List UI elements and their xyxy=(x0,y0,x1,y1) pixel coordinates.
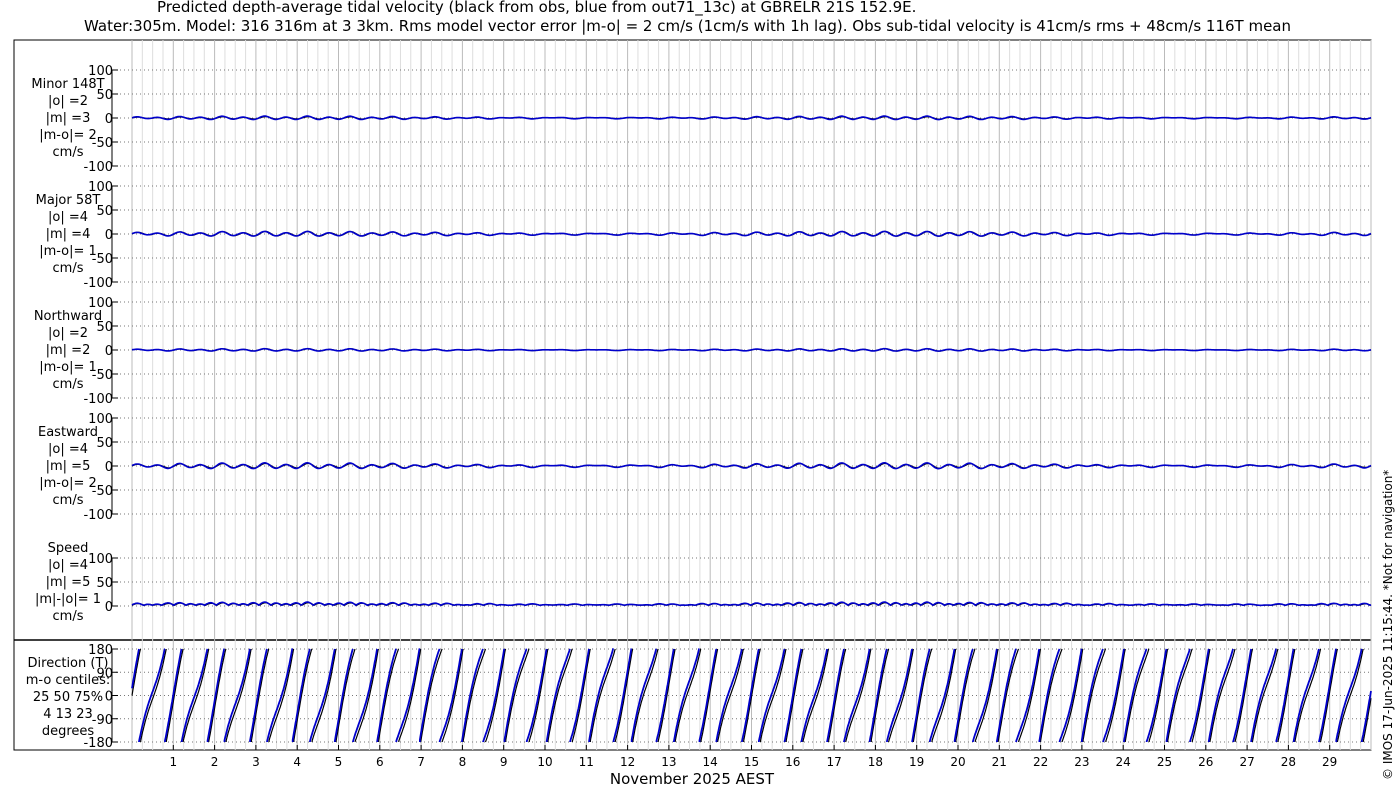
y-tick-label: 0 xyxy=(105,344,113,359)
x-tick-label: 8 xyxy=(459,755,467,769)
y-tick-label: -90 xyxy=(92,713,113,728)
x-tick-label: 28 xyxy=(1281,755,1296,769)
panel-label-direction: m-o centiles: xyxy=(26,673,111,688)
panel-label-major: |o| =4 xyxy=(48,210,88,225)
x-tick-label: 13 xyxy=(661,755,676,769)
y-tick-label: 0 xyxy=(105,228,113,243)
x-tick-label: 15 xyxy=(744,755,759,769)
panel-label-eastward: cm/s xyxy=(53,493,84,508)
tidal-velocity-chart: 100500-50-100Minor 148T|o| =2|m| =3|m-o|… xyxy=(13,39,1372,788)
panel-label-minor: Minor 148T xyxy=(31,77,104,92)
panel-label-northward: |o| =2 xyxy=(48,326,88,341)
panel-label-major: |m| =4 xyxy=(46,227,91,242)
y-tick-label: 0 xyxy=(105,460,113,475)
y-tick-label: 0 xyxy=(105,690,113,705)
y-tick-label: 50 xyxy=(96,576,113,591)
copyright-watermark: © IMOS 17-Jun-2025 11:15:44. *Not for na… xyxy=(1381,469,1395,780)
x-tick-label: 26 xyxy=(1198,755,1213,769)
panel-label-minor: |o| =2 xyxy=(48,94,88,109)
x-tick-label: 3 xyxy=(252,755,260,769)
plot-frame xyxy=(13,39,1372,751)
y-tick-label: 0 xyxy=(105,600,113,615)
panel-label-speed: cm/s xyxy=(53,609,84,624)
x-tick-label: 7 xyxy=(417,755,425,769)
x-tick-label: 25 xyxy=(1157,755,1172,769)
x-tick-label: 22 xyxy=(1033,755,1048,769)
x-tick-label: 11 xyxy=(579,755,594,769)
y-tick-label: -100 xyxy=(83,276,113,291)
panel-label-northward: cm/s xyxy=(53,377,84,392)
x-tick-label: 5 xyxy=(335,755,343,769)
x-tick-label: 6 xyxy=(376,755,384,769)
panel-label-direction: 25 50 75% xyxy=(33,690,103,705)
x-tick-label: 14 xyxy=(703,755,718,769)
x-axis-label: November 2025 AEST xyxy=(610,770,775,788)
x-tick-label: 17 xyxy=(826,755,841,769)
y-tick-label: 0 xyxy=(105,112,113,127)
x-tick-label: 4 xyxy=(293,755,301,769)
panel-label-direction: Direction (T) xyxy=(28,656,109,671)
panel-label-major: Major 58T xyxy=(36,193,101,208)
panel-label-speed: |m| =5 xyxy=(46,575,91,590)
x-tick-label: 9 xyxy=(500,755,508,769)
panel-label-direction: 4 13 23 xyxy=(43,707,93,722)
x-tick-label: 12 xyxy=(620,755,635,769)
panel-label-speed: |m|-|o|= 1 xyxy=(35,592,101,607)
x-tick-label: 23 xyxy=(1074,755,1089,769)
x-tick-label: 21 xyxy=(992,755,1007,769)
y-tick-label: -100 xyxy=(83,160,113,175)
panel-label-eastward: |m| =5 xyxy=(46,459,91,474)
panel-label-speed: Speed xyxy=(48,541,89,556)
panel-label-minor: cm/s xyxy=(53,145,84,160)
panel-label-major: |m-o|= 1 xyxy=(39,244,97,259)
panel-label-direction: degrees xyxy=(42,724,95,739)
x-tick-label: 19 xyxy=(909,755,924,769)
vertical-grid xyxy=(131,40,1372,750)
x-tick-label: 27 xyxy=(1239,755,1254,769)
panel-label-eastward: |o| =4 xyxy=(48,442,88,457)
panel-label-northward: |m| =2 xyxy=(46,343,91,358)
x-tick-label: 2 xyxy=(211,755,219,769)
x-tick-label: 18 xyxy=(868,755,883,769)
panel-label-minor: |m-o|= 2 xyxy=(39,128,97,143)
x-tick-label: 10 xyxy=(537,755,552,769)
panel-label-northward: |m-o|= 1 xyxy=(39,360,97,375)
y-tick-label: 100 xyxy=(88,552,113,567)
panel-label-speed: |o| =4 xyxy=(48,558,88,573)
x-tick-label: 16 xyxy=(785,755,800,769)
x-tick-label: 24 xyxy=(1116,755,1131,769)
panel-label-major: cm/s xyxy=(53,261,84,276)
x-tick-label: 20 xyxy=(950,755,965,769)
panel-label-eastward: Eastward xyxy=(38,425,98,440)
x-tick-label: 1 xyxy=(169,755,177,769)
y-tick-label: -100 xyxy=(83,508,113,523)
panel-label-minor: |m| =3 xyxy=(46,111,91,126)
y-tick-label: -100 xyxy=(83,392,113,407)
panel-label-eastward: |m-o|= 2 xyxy=(39,476,97,491)
panel-label-northward: Northward xyxy=(34,309,102,324)
x-tick-label: 29 xyxy=(1322,755,1337,769)
y-tick-label: 50 xyxy=(96,436,113,451)
